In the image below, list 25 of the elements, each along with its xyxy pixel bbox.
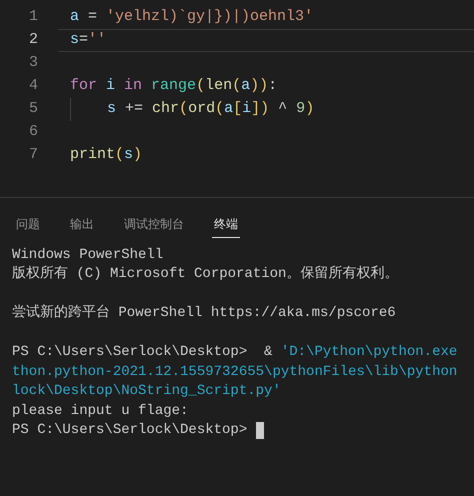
line-number: 6 [28,122,39,142]
panel-tab[interactable]: 输出 [68,210,96,238]
terminal-line: please input u flage: [12,402,188,420]
code-line: s='' [70,30,106,50]
code-line: for i in range(len(a)): [70,76,278,96]
code-line: s += chr(ord(a[i]) ^ 9) [107,99,314,120]
panel-tab[interactable]: 问题 [14,210,42,238]
panel-tab[interactable]: 终端 [212,210,240,238]
terminal-line: Windows PowerShell [12,246,164,264]
line-number: 7 [28,145,39,166]
terminal-line: 版权所有 (C) Microsoft Corporation。保留所有权利。 [12,264,398,284]
line-number: 4 [28,76,39,96]
terminal-line: PS C:\Users\Serlock\Desktop> [12,420,264,441]
terminal-line: 尝试新的跨平台 PowerShell https://aka.ms/pscore6 [12,303,396,323]
line-number: 2 [28,30,39,50]
panel-tab[interactable]: 调试控制台 [122,210,186,238]
cursor-icon [256,422,264,439]
terminal-line: lock\Desktop\NoString_Script.py' [12,382,281,401]
terminal-line: PS C:\Users\Serlock\Desktop> & 'D:\Python\python.exe [12,343,458,362]
terminal-line: thon.python-2021.12.1559732655\pythonFiles\lib\python [12,362,458,382]
line-number: 3 [28,53,39,74]
code-line: print(s) [70,145,142,166]
line-number: 1 [28,7,39,28]
code-line: a = 'yelhzl)`gy|})|)oehnl3' [70,7,314,28]
line-number: 5 [28,99,39,120]
